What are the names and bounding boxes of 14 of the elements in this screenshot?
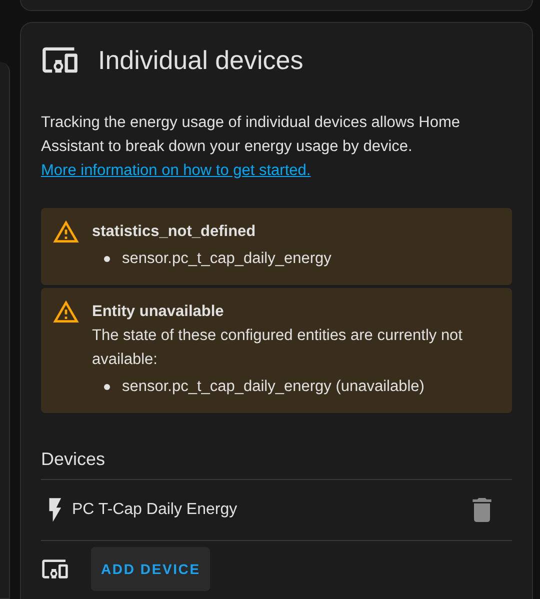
add-device-button[interactable]: ADD DEVICE bbox=[91, 547, 210, 591]
bullet-icon bbox=[104, 256, 110, 262]
entity-item: sensor.pc_t_cap_daily_energy (unavailable) bbox=[122, 377, 424, 397]
devices-heading: Devices bbox=[41, 449, 512, 480]
card-description: Tracking the energy usage of individual devices allows Home Assistant to break down your energy usage by device. More information on how to get started. bbox=[41, 113, 462, 181]
alert-title: statistics_not_defined bbox=[92, 222, 257, 242]
alert-message: The state of these configured entities are currently not available: bbox=[92, 326, 464, 370]
bullet-icon bbox=[104, 384, 110, 390]
card-title: Individual devices bbox=[98, 44, 304, 76]
alert-title: Entity unavailable bbox=[92, 302, 225, 322]
delete-button[interactable] bbox=[471, 498, 493, 522]
device-name: PC T-Cap Daily Energy bbox=[72, 501, 238, 519]
help-link[interactable]: More information on how to get started. bbox=[41, 162, 311, 179]
entity-item: sensor.pc_t_cap_daily_energy bbox=[122, 249, 332, 269]
